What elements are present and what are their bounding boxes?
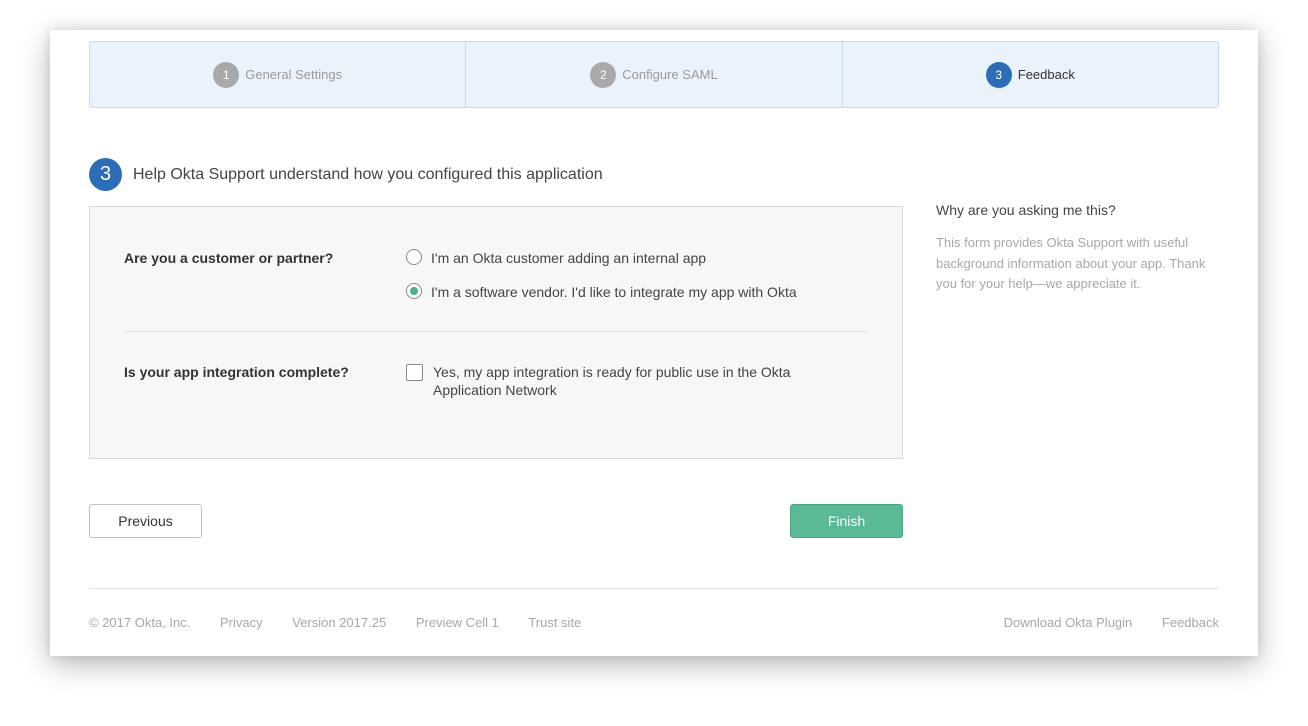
download-plugin-link[interactable]: Download Okta Plugin bbox=[1004, 615, 1133, 630]
footer-divider bbox=[89, 588, 1219, 589]
radio-option-label: I'm a software vendor. I'd like to integ… bbox=[431, 284, 797, 300]
radio-option-customer[interactable]: I'm an Okta customer adding an internal … bbox=[406, 249, 821, 267]
step-general-settings[interactable]: 1 General Settings bbox=[90, 42, 467, 107]
step-label: General Settings bbox=[245, 67, 343, 82]
radio-option-vendor[interactable]: I'm a software vendor. I'd like to integ… bbox=[406, 283, 821, 301]
radio-option-label: I'm an Okta customer adding an internal … bbox=[431, 250, 707, 266]
step-number: 1 bbox=[213, 61, 240, 88]
privacy-link[interactable]: Privacy bbox=[220, 615, 263, 630]
integration-ready-checkbox[interactable] bbox=[406, 364, 423, 381]
radio-button-selected[interactable] bbox=[406, 283, 422, 299]
step-label: Configure SAML bbox=[622, 67, 718, 82]
step-configure-saml[interactable]: 2 Configure SAML bbox=[466, 42, 843, 107]
app-window: 1 General Settings 2 Configure SAML 3 Fe… bbox=[50, 30, 1258, 656]
radio-button[interactable] bbox=[406, 249, 422, 265]
integration-ready-checkbox-row[interactable]: Yes, my app integration is ready for pub… bbox=[406, 363, 813, 399]
feedback-form-panel: Are you a customer or partner? I'm an Ok… bbox=[89, 206, 903, 459]
step-feedback[interactable]: 3 Feedback bbox=[843, 42, 1218, 107]
step-number: 2 bbox=[590, 61, 617, 88]
feedback-link[interactable]: Feedback bbox=[1162, 615, 1219, 630]
footer-right-links: Download Okta Plugin Feedback bbox=[1004, 615, 1219, 630]
copyright-text: © 2017 Okta, Inc. bbox=[89, 615, 191, 630]
wizard-steps: 1 General Settings 2 Configure SAML 3 Fe… bbox=[89, 41, 1219, 108]
version-text: Version 2017.25 bbox=[292, 615, 387, 630]
footer: © 2017 Okta, Inc. Privacy Version 2017.2… bbox=[89, 615, 1219, 630]
preview-cell-text: Preview Cell 1 bbox=[415, 615, 499, 630]
trust-site-link[interactable]: Trust site bbox=[528, 615, 581, 630]
help-title: Why are you asking me this? bbox=[936, 202, 1116, 218]
customer-partner-label: Are you a customer or partner? bbox=[124, 250, 334, 266]
integration-complete-label: Is your app integration complete? bbox=[124, 364, 349, 380]
form-divider bbox=[124, 331, 868, 332]
help-text: This form provides Okta Support with use… bbox=[936, 235, 1206, 291]
section-title: Help Okta Support understand how you con… bbox=[133, 165, 603, 183]
checkbox-label: Yes, my app integration is ready for pub… bbox=[433, 364, 791, 398]
section-heading: 3 Help Okta Support understand how you c… bbox=[89, 158, 603, 191]
step-label: Feedback bbox=[1017, 67, 1075, 82]
step-number: 3 bbox=[985, 61, 1012, 88]
finish-button[interactable]: Finish bbox=[790, 504, 903, 538]
section-number-badge: 3 bbox=[89, 158, 122, 191]
previous-button[interactable]: Previous bbox=[89, 504, 202, 538]
footer-left-links: © 2017 Okta, Inc. Privacy Version 2017.2… bbox=[89, 615, 607, 630]
